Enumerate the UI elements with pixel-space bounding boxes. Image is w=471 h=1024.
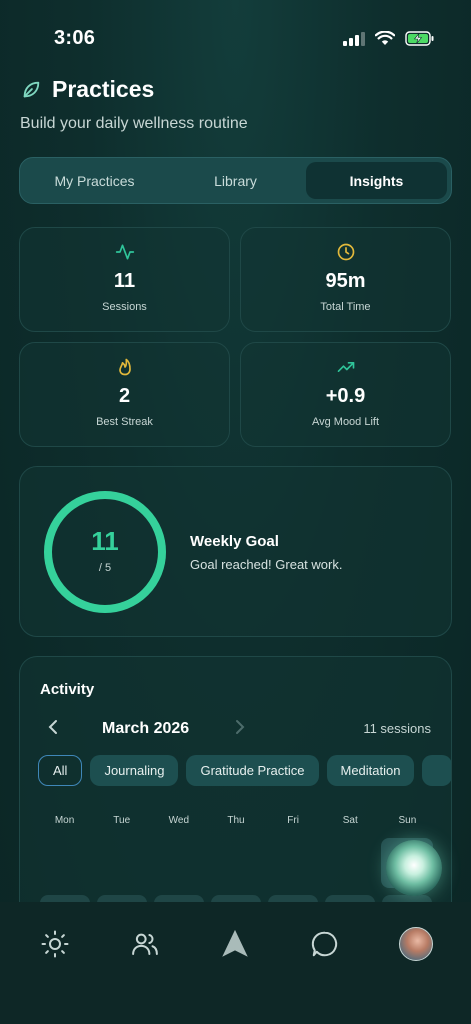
weekday-label: Thu	[227, 815, 245, 826]
stat-card-total-time: 95m Total Time	[240, 227, 451, 332]
bottom-navigation	[0, 902, 471, 1024]
activity-title: Activity	[40, 681, 95, 698]
stat-card-avg-mood-lift: +0.9 Avg Mood Lift	[240, 342, 451, 447]
stat-label: Best Streak	[96, 416, 153, 428]
status-icons	[343, 31, 435, 46]
weekday-label: Mon	[54, 815, 75, 826]
page-title: Practices	[52, 76, 155, 102]
previous-month-button[interactable]	[48, 719, 58, 740]
filter-chip-gratitude[interactable]: Gratitude Practice	[186, 755, 319, 786]
goal-target: / 5	[98, 562, 112, 574]
profile-avatar	[399, 927, 433, 961]
nav-today[interactable]	[35, 924, 75, 964]
stat-value: +0.9	[325, 385, 366, 407]
stat-label: Sessions	[102, 301, 147, 313]
practices-tab-bar: My Practices Library Insights	[19, 157, 452, 204]
next-month-button[interactable]	[235, 719, 245, 740]
weekday-label: Wed	[168, 815, 190, 826]
filter-chip-all[interactable]: All	[38, 755, 83, 786]
chat-bubble-icon	[311, 931, 338, 957]
practice-filter-chips: All Journaling Gratitude Practice Medita…	[38, 755, 451, 786]
nav-community[interactable]	[125, 924, 165, 964]
current-month: March 2026	[102, 720, 190, 737]
tab-insights[interactable]: Insights	[306, 162, 447, 199]
page-subtitle: Build your daily wellness routine	[20, 115, 248, 132]
goal-progress-ring: 11 / 5	[41, 488, 169, 616]
assistant-orb-button[interactable]	[386, 840, 442, 896]
filter-chip-meditation[interactable]: Meditation	[326, 755, 415, 786]
tab-my-practices[interactable]: My Practices	[24, 162, 165, 199]
weekday-label: Tue	[113, 815, 131, 826]
sun-icon	[41, 930, 69, 958]
cellular-signal-icon	[343, 31, 365, 46]
weekly-goal-card: 11 / 5 Weekly Goal Goal reached! Great w…	[19, 466, 452, 637]
stat-value: 11	[113, 270, 136, 292]
status-time: 3:06	[54, 27, 96, 49]
goal-completed-count: 11	[91, 526, 119, 556]
page-header: Practices Build your daily wellness rout…	[20, 76, 248, 133]
stat-card-sessions: 11 Sessions	[19, 227, 230, 332]
activity-pulse-icon	[115, 244, 134, 260]
status-bar: 3:06	[0, 0, 471, 70]
stat-value: 95m	[325, 270, 366, 292]
flame-icon	[118, 358, 131, 376]
nav-chat[interactable]	[305, 924, 345, 964]
people-icon	[132, 933, 158, 955]
goal-title: Weekly Goal	[190, 533, 279, 550]
stat-label: Avg Mood Lift	[311, 416, 380, 428]
nav-profile[interactable]	[396, 924, 436, 964]
chevron-left-icon	[48, 720, 57, 734]
month-navigator: March 2026 11 sessions	[40, 719, 431, 739]
wifi-icon	[375, 31, 395, 45]
weekday-label: Sat	[342, 815, 358, 826]
leaf-icon	[23, 81, 40, 97]
weekday-label: Sun	[398, 815, 417, 826]
session-count: 11 sessions	[363, 721, 431, 736]
filter-chip-journaling[interactable]: Journaling	[90, 755, 179, 786]
stat-card-best-streak: 2 Best Streak	[19, 342, 230, 447]
stat-label: Total Time	[320, 301, 371, 313]
weekday-header: Mon Tue Wed Thu Fri Sat Sun	[36, 815, 436, 826]
filter-chip-more[interactable]	[422, 755, 451, 786]
goal-message: Goal reached! Great work.	[190, 557, 343, 572]
battery-charging-icon	[405, 31, 434, 46]
weekday-label: Fri	[287, 815, 299, 826]
stat-value: 2	[118, 385, 131, 407]
trending-up-icon	[337, 362, 354, 372]
nav-practices[interactable]	[215, 924, 255, 964]
clock-icon	[337, 243, 354, 261]
chevron-right-icon	[236, 720, 245, 734]
navigation-arrow-icon	[222, 929, 248, 957]
tab-library[interactable]: Library	[165, 162, 306, 199]
